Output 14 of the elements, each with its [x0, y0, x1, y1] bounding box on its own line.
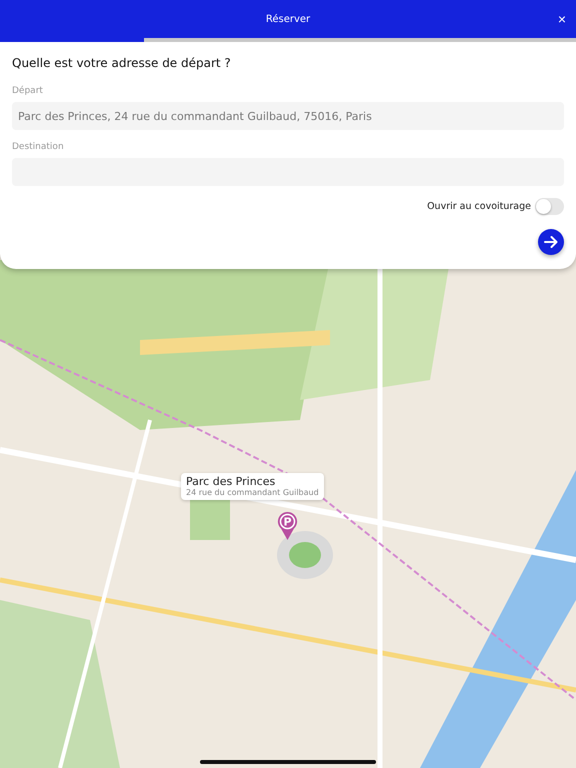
field-label: Départ	[12, 86, 44, 96]
field-label: Destination	[12, 142, 65, 152]
close-button[interactable]: ×	[556, 12, 568, 26]
parking-pin-icon[interactable]: P	[277, 511, 298, 541]
arrow-right-icon	[543, 234, 559, 250]
question-text: Quelle est votre adresse de départ ?	[12, 56, 232, 70]
place-address: 24 rue du commandant Guilbaud	[186, 488, 319, 497]
window-title: Réserver	[266, 14, 310, 24]
map-callout[interactable]: Parc des Princes 24 rue du commandant Guilbaud	[181, 473, 324, 500]
input-field[interactable]: Parc des Princes, 24 rue du commandant Guilbaud, 75016, Paris	[12, 102, 564, 130]
toggle-label: Ouvrir au covoiturage	[427, 201, 531, 212]
place-name: Parc des Princes	[186, 475, 276, 488]
toggle-switch[interactable]	[535, 198, 564, 215]
next-button[interactable]	[538, 229, 564, 255]
